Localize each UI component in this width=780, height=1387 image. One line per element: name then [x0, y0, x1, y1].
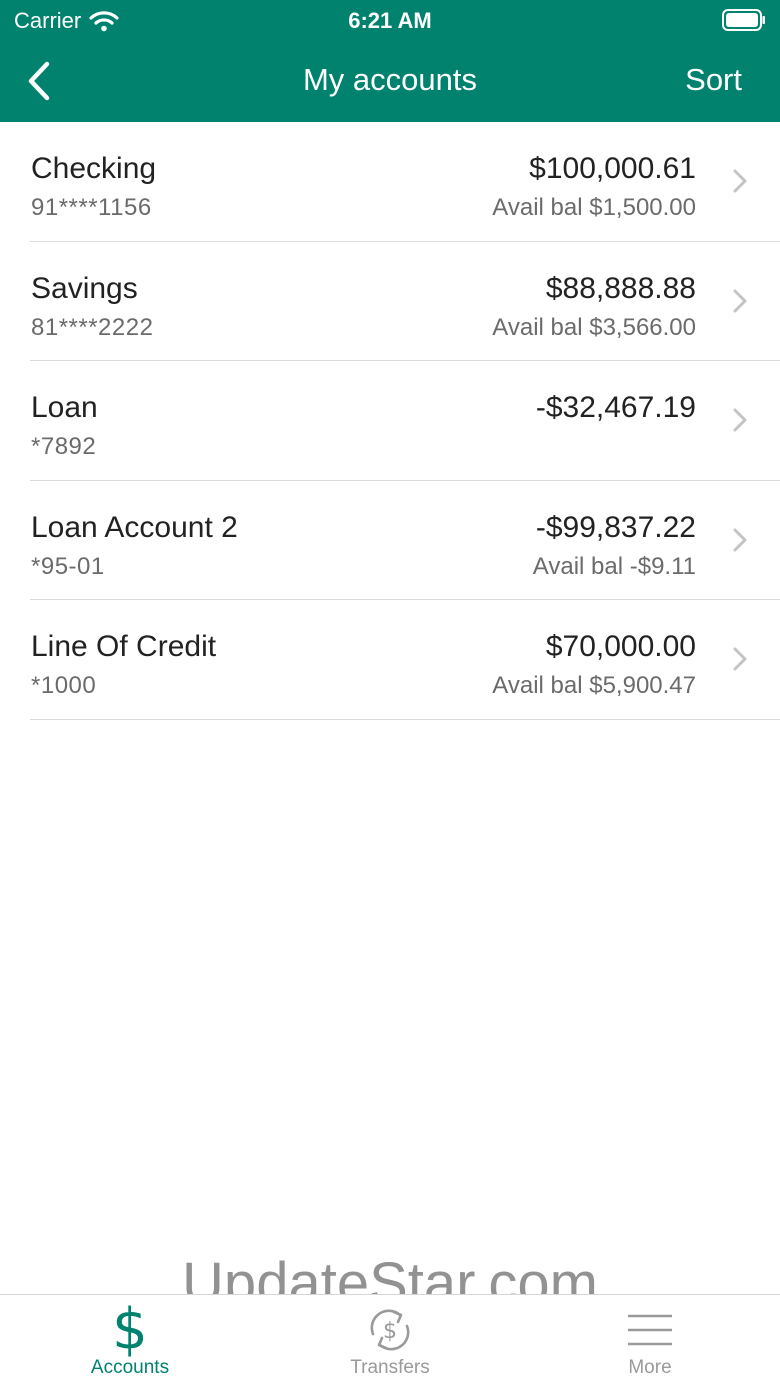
hamburger-menu-icon	[626, 1295, 674, 1359]
account-row-line-of-credit[interactable]: Line Of Credit *1000 $70,000.00 Avail ba…	[0, 600, 780, 720]
tab-accounts[interactable]: $ Accounts	[0, 1295, 260, 1387]
transfer-dollar-icon: $	[364, 1295, 416, 1359]
page-title: My accounts	[302, 62, 477, 97]
chevron-right-icon	[733, 169, 747, 193]
account-balance: $100,000.61	[529, 152, 696, 185]
account-name: Checking	[31, 152, 157, 185]
account-number: *95-01	[31, 552, 105, 580]
tab-label: More	[628, 1357, 672, 1378]
dollar-icon: $	[112, 1297, 148, 1362]
available-balance: Avail bal -$9.11	[532, 552, 696, 580]
status-bar: Carrier 6:21 AM	[0, 0, 780, 40]
account-name: Savings	[31, 271, 138, 305]
account-number: *1000	[31, 672, 97, 700]
tab-label: Accounts	[90, 1357, 170, 1378]
available-balance: Avail bal $1,500.00	[492, 194, 696, 221]
account-list: Checking 91****1156 $100,000.61 Avail ba…	[0, 122, 780, 720]
nav-bar: My accounts Sort	[0, 48, 780, 112]
status-time: 6:21 AM	[348, 8, 432, 33]
tab-bar: $ Accounts $ Transfers More	[0, 1294, 780, 1387]
account-row-checking[interactable]: Checking 91****1156 $100,000.61 Avail ba…	[0, 122, 780, 242]
svg-text:$: $	[383, 1319, 397, 1344]
account-row-savings[interactable]: Savings 81****2222 $88,888.88 Avail bal …	[0, 242, 780, 362]
chevron-right-icon	[733, 408, 747, 432]
account-row-loan-account-2[interactable]: Loan Account 2 *95-01 -$99,837.22 Avail …	[0, 481, 780, 601]
tab-transfers[interactable]: $ Transfers	[260, 1295, 520, 1387]
account-number: 91****1156	[31, 194, 152, 221]
header: Carrier 6:21 AM My accounts Sort	[0, 0, 780, 122]
account-balance: -$99,837.22	[535, 510, 696, 544]
account-balance: $70,000.00	[545, 630, 696, 664]
tab-label: Transfers	[350, 1357, 430, 1378]
sort-button[interactable]: Sort	[685, 62, 742, 98]
account-number: *7892	[31, 433, 97, 461]
account-balance: $88,888.88	[545, 271, 696, 305]
available-balance: Avail bal $3,566.00	[492, 313, 696, 341]
account-row-loan[interactable]: Loan *7892 -$32,467.19	[0, 361, 780, 481]
account-name: Loan	[31, 391, 98, 425]
account-balance: -$32,467.19	[535, 391, 696, 425]
chevron-right-icon	[733, 647, 747, 671]
battery-icon	[722, 9, 766, 36]
account-name: Loan Account 2	[31, 510, 238, 544]
account-number: 81****2222	[31, 313, 154, 341]
account-name: Line Of Credit	[31, 630, 217, 664]
tab-more[interactable]: More	[520, 1295, 780, 1387]
chevron-right-icon	[733, 528, 747, 552]
available-balance: Avail bal $5,900.47	[492, 672, 696, 700]
chevron-right-icon	[733, 289, 747, 313]
